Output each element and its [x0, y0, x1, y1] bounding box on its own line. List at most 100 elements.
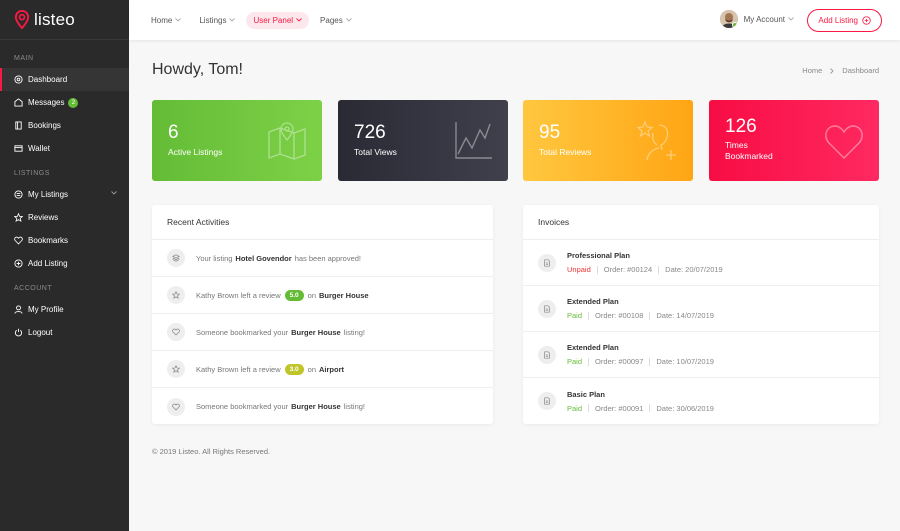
sidebar-item-label: Add Listing [28, 259, 68, 268]
card-title: Recent Activities [152, 205, 493, 240]
add-listing-button[interactable]: Add Listing [807, 9, 882, 32]
sidebar-item-reviews[interactable]: Reviews [0, 206, 129, 229]
divider [649, 357, 651, 366]
card-title: Invoices [523, 205, 879, 240]
add-listing-label: Add Listing [818, 16, 858, 25]
sidebar-item-label: Messages [28, 98, 65, 107]
breadcrumb-current: Dashboard [842, 66, 879, 75]
stat-value: 126 [725, 116, 757, 137]
heart-icon [825, 125, 863, 160]
sidebar-item-my-listings[interactable]: My Listings [0, 183, 129, 206]
nav-home[interactable]: Home [151, 12, 182, 29]
activity-text: has been approved! [294, 253, 361, 263]
invoice-plan: Extended Plan [567, 343, 619, 352]
invoice-order: Order: #00091 [595, 403, 644, 413]
activity-row: Your listing Hotel Govendor has been appro… [152, 240, 493, 277]
invoice-info: Basic Plan Paid Order: #00091 Date: 30/06/2… [567, 390, 714, 413]
stat-label-text: Times Bookmarked [725, 140, 773, 161]
nav-user-panel[interactable]: User Panel [246, 11, 310, 29]
sidebar-item-add-listing[interactable]: Add Listing [0, 252, 129, 275]
nav-label: Pages [320, 15, 343, 25]
top-header: Home Listings User Panel Pages My Accoun… [129, 0, 900, 40]
stat-total-reviews: 95 Total Reviews [523, 100, 693, 181]
listing-link[interactable]: Hotel Govendor [235, 254, 291, 263]
activity-text: listing! [343, 402, 365, 411]
invoice-plan: Basic Plan [567, 389, 605, 399]
account-menu[interactable]: My Account [719, 10, 794, 28]
sidebar-item-label: Reviews [28, 213, 59, 222]
invoice-meta: Paid Order: #00108 Date: 14/07/2019 [567, 311, 714, 320]
invoice-info: Extended Plan Paid Order: #00097 Date: 10/0… [567, 343, 714, 366]
star-icon [167, 286, 185, 304]
invoice-date: Date: 20/07/2019 [665, 265, 723, 274]
account-label: My Account [743, 14, 785, 24]
invoice-order: Order: #00097 [595, 357, 644, 366]
sidebar-item-dashboard[interactable]: Dashboard [0, 68, 129, 91]
sidebar-item-logout[interactable]: Logout [0, 321, 129, 344]
nav-label: User Panel [253, 15, 294, 25]
invoice-row[interactable]: Basic Plan Paid Order: #00091 Date: 30/06/2… [523, 378, 879, 424]
chevron-down-icon [111, 191, 117, 195]
activity-text: Kathy Brown left a review [196, 364, 281, 374]
listing-link[interactable]: Burger House [291, 402, 341, 411]
sidebar-item-bookings[interactable]: Bookings [0, 114, 129, 137]
chevron-right-icon [830, 67, 834, 74]
activity-text: Someone bookmarked your [196, 402, 289, 411]
invoice-meta: Unpaid Order: #00124 Date: 20/07/2019 [567, 265, 723, 274]
chevron-down-icon [345, 18, 352, 22]
divider [588, 404, 590, 412]
map-icon [268, 122, 306, 160]
sidebar-item-my-profile[interactable]: My Profile [0, 298, 129, 321]
sidebar-section-listings: Listings [14, 170, 50, 177]
invoice-order: Order: #00124 [603, 265, 653, 274]
invoice-row[interactable]: Extended Plan Paid Order: #00108 Date: 14/0… [523, 286, 879, 332]
stat-label: Times Bookmarked [725, 140, 785, 162]
logo[interactable]: listeo [0, 0, 129, 40]
sidebar-item-bookmarks[interactable]: Bookmarks [0, 229, 129, 252]
invoice-date: Date: 14/07/2019 [656, 311, 714, 320]
activity-text: Kathy Brown left a review [196, 290, 281, 300]
activity-row: Kathy Brown left a review 3.0 on Airport [152, 351, 493, 388]
chevron-down-icon [788, 17, 794, 21]
add-circle-icon [14, 259, 23, 268]
invoice-status: Paid [567, 311, 583, 320]
chevron-down-icon [229, 18, 236, 22]
list-icon [14, 190, 23, 199]
invoice-row[interactable]: Professional Plan Unpaid Order: #00124 Date… [523, 240, 879, 286]
heart-icon [167, 323, 185, 341]
listing-link[interactable]: Burger House [291, 328, 341, 337]
activity-row: Someone bookmarked your Burger House listi… [152, 388, 493, 425]
dashboard-icon [14, 75, 23, 84]
nav-pages[interactable]: Pages [320, 12, 352, 29]
document-icon [538, 392, 556, 410]
document-icon [538, 299, 556, 318]
power-icon [14, 328, 23, 337]
invoices-card: Invoices Professional Plan Unpaid Order: #… [523, 205, 879, 424]
invoice-date: Date: 30/06/2019 [656, 403, 714, 413]
line-chart-icon [455, 122, 492, 159]
invoice-list: Professional Plan Unpaid Order: #00124 Date… [523, 240, 879, 424]
sidebar-item-messages[interactable]: Messages 2 [0, 91, 129, 114]
heart-icon [167, 397, 185, 416]
invoice-meta: Paid Order: #00097 Date: 10/07/2019 [567, 357, 714, 366]
listing-link[interactable]: Burger House [319, 291, 369, 300]
nav-listings[interactable]: Listings [199, 12, 236, 29]
listing-link[interactable]: Airport [319, 365, 344, 374]
activity-text: on [307, 290, 317, 300]
page-title: Howdy, Tom! [152, 61, 243, 78]
breadcrumb-home[interactable]: Home [802, 66, 822, 75]
invoice-row[interactable]: Extended Plan Paid Order: #00097 Date: 10/0… [523, 332, 879, 378]
footer-copyright: © 2019 Listeo. All Rights Reserved. [152, 447, 271, 456]
invoice-info: Extended Plan Paid Order: #00108 Date: 14/0… [567, 297, 714, 320]
divider [588, 311, 590, 320]
sidebar-section-account: Account [14, 285, 53, 292]
rating-badge: 5.0 [284, 289, 304, 301]
logo-text: listeo [34, 9, 75, 29]
divider [658, 265, 660, 274]
stat-label: Total Views [354, 147, 397, 157]
stat-total-views: 726 Total Views [338, 100, 508, 181]
activity-text: Someone bookmarked your [196, 327, 289, 337]
activity-row: Someone bookmarked your Burger House listi… [152, 314, 493, 351]
sidebar-item-wallet[interactable]: Wallet [0, 137, 129, 160]
avatar [719, 10, 738, 28]
